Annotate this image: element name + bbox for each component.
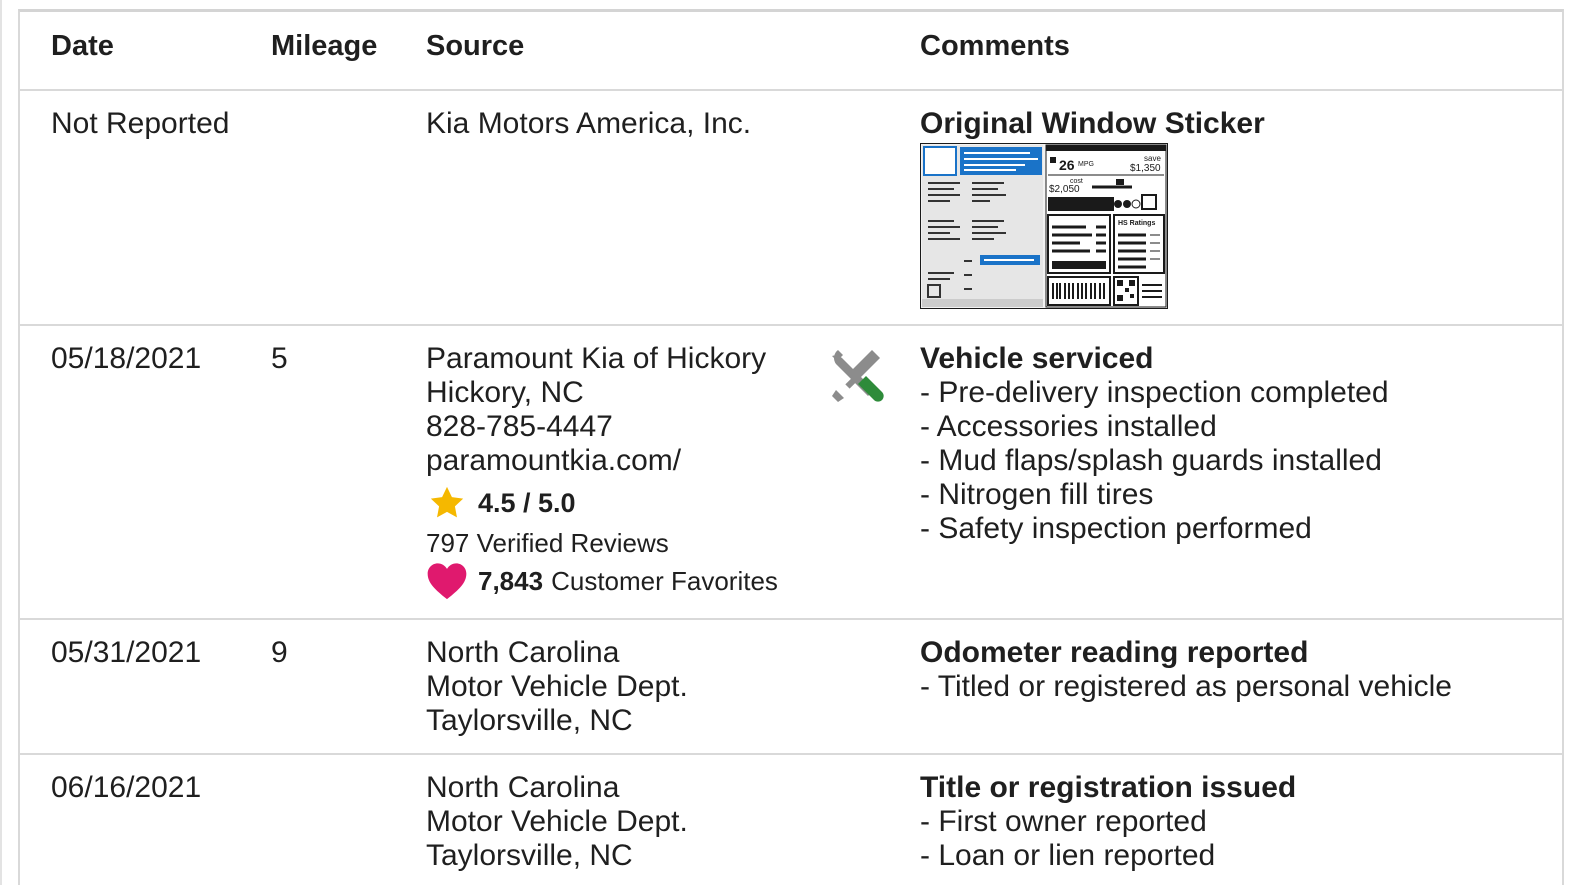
dealer-name[interactable]: Paramount Kia of Hickory: [426, 342, 778, 376]
comment-title: Vehicle serviced: [920, 342, 1154, 375]
source-line: Motor Vehicle Dept.: [426, 805, 688, 838]
row-source: Kia Motors America, Inc.: [426, 107, 751, 141]
comment-item: Nitrogen fill tires: [920, 478, 1389, 512]
sticker-save-label: save: [1144, 154, 1161, 163]
customer-favorites: 7,843 Customer Favorites: [426, 562, 778, 600]
dealer-phone[interactable]: 828-785-4447: [426, 410, 778, 444]
source-name: Kia Motors America, Inc.: [426, 107, 752, 140]
header-source[interactable]: Source: [426, 29, 524, 63]
sticker-save-value: $1,350: [1130, 163, 1161, 174]
row-comments: Title or registration issued First owner…: [920, 771, 1296, 873]
source-line: Motor Vehicle Dept.: [426, 670, 688, 703]
sticker-mpg: 26: [1059, 157, 1075, 173]
row-date: Not Reported: [51, 107, 230, 140]
dealer-website-link[interactable]: paramountkia.com/: [426, 444, 778, 478]
row-comments: Odometer reading reported Titled or regi…: [920, 636, 1452, 704]
table-row: 05/18/2021 5 Paramount Kia of Hickory Hi…: [20, 326, 1562, 620]
window-sticker-thumbnail[interactable]: 26 MPG save $1,350 cost $2,050 HS Rating…: [920, 143, 1168, 309]
row-source: Paramount Kia of Hickory Hickory, NC 828…: [426, 342, 778, 600]
row-mileage: 9: [271, 636, 288, 669]
service-tools-icon: [832, 350, 884, 402]
comment-item: Safety inspection performed: [920, 512, 1389, 546]
source-line: North Carolina: [426, 771, 620, 804]
table-row: Not Reported Kia Motors America, Inc. Or…: [20, 91, 1562, 326]
header-mileage[interactable]: Mileage: [271, 29, 377, 63]
comment-item: Titled or registered as personal vehicle: [920, 670, 1452, 704]
source-line: Taylorsville, NC: [426, 704, 633, 737]
sticker-ratings-label: HS Ratings: [1118, 220, 1155, 227]
comment-item: Pre-delivery inspection completed: [920, 376, 1388, 410]
comment-item: Accessories installed: [920, 410, 1389, 444]
row-mileage: 5: [271, 342, 288, 375]
table-row: 06/16/2021 North Carolina Motor Vehicle …: [20, 755, 1562, 885]
service-icon-cell: [828, 346, 886, 412]
favorites-count: 7,843: [478, 566, 544, 596]
sticker-cost-value: $2,050: [1049, 184, 1080, 195]
dealer-location: Hickory, NC: [426, 376, 584, 409]
star-icon: [430, 486, 464, 518]
table-row: 05/31/2021 9 North Carolina Motor Vehicl…: [20, 620, 1562, 755]
favorites-label: Customer Favorites: [551, 566, 778, 596]
rating-value: 4.5 / 5.0: [478, 488, 576, 518]
row-date: 05/18/2021: [51, 342, 202, 375]
header-date[interactable]: Date: [51, 29, 114, 63]
history-table: Date Mileage Source Comments Not Reporte…: [18, 9, 1564, 885]
comment-item: First owner reported: [920, 805, 1296, 839]
table-header: Date Mileage Source Comments: [20, 12, 1562, 91]
row-source: North Carolina Motor Vehicle Dept. Taylo…: [426, 771, 688, 873]
source-line: Taylorsville, NC: [426, 839, 633, 872]
heart-icon: [427, 563, 467, 600]
comment-title: Title or registration issued: [920, 771, 1297, 804]
comment-item: Mud flaps/splash guards installed: [920, 444, 1389, 478]
comment-item: Loan or lien reported: [920, 839, 1296, 873]
row-date: 05/31/2021: [51, 636, 202, 669]
comment-title: Odometer reading reported: [920, 636, 1309, 669]
row-date: 06/16/2021: [51, 771, 202, 804]
source-line: North Carolina: [426, 636, 620, 669]
row-source: North Carolina Motor Vehicle Dept. Taylo…: [426, 636, 688, 738]
dealer-rating[interactable]: 4.5 / 5.0: [426, 484, 778, 522]
sticker-mpg-unit: MPG: [1078, 161, 1094, 168]
header-comments[interactable]: Comments: [920, 29, 1070, 63]
comment-title: Original Window Sticker: [920, 107, 1265, 140]
row-comments: Original Window Sticker 26 MPG save $1,3…: [920, 107, 1265, 309]
verified-reviews-link[interactable]: 797 Verified Reviews: [426, 526, 778, 560]
left-page-border: [0, 0, 2, 885]
row-comments: Vehicle serviced Pre-delivery inspection…: [920, 342, 1389, 546]
